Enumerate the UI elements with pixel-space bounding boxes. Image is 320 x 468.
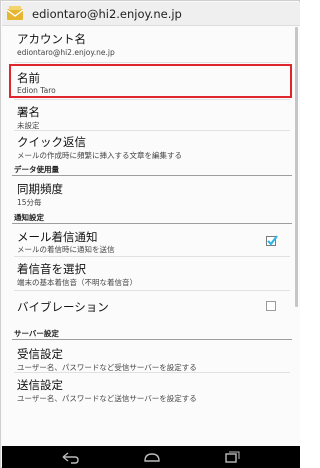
section-header-server: サーバー設定 [14, 329, 59, 338]
section-divider [12, 175, 292, 176]
action-bar-title: ediontaro@hi2.enjoy.ne.jp [32, 7, 182, 21]
device-frame: ediontaro@hi2.enjoy.ne.jp アカウント名 edionta… [0, 0, 300, 468]
section-header-data-usage: データ使用量 [14, 165, 59, 174]
setting-account-name[interactable]: アカウント名 ediontaro@hi2.enjoy.ne.jp [2, 26, 300, 62]
action-bar: ediontaro@hi2.enjoy.ne.jp [2, 2, 300, 26]
back-icon[interactable] [60, 450, 80, 464]
setting-title: メール着信通知 [17, 230, 98, 244]
section-divider [12, 339, 292, 340]
setting-quick-reply[interactable]: クイック返信 メールの作成時に頻繁に挿入する文章を編集する [2, 130, 300, 162]
recents-icon[interactable] [222, 450, 242, 464]
setting-summary: メールの着信時に通知を送信 [17, 245, 115, 254]
setting-summary: ユーザー名、パスワードなど送信サーバーを設定する [17, 394, 197, 403]
setting-ringtone[interactable]: 着信音を選択 端末の基本着信音（不明な着信音） [2, 257, 300, 287]
setting-summary: ediontaro@hi2.enjoy.ne.jp [17, 48, 115, 57]
setting-summary: 端末の基本着信音（不明な着信音） [17, 278, 137, 287]
setting-title: 着信音を選択 [17, 262, 86, 276]
highlight-box [9, 64, 292, 98]
setting-mail-notification[interactable]: メール着信通知 メールの着信時に通知を送信 [2, 226, 300, 256]
setting-title: 送信設定 [17, 378, 63, 392]
home-icon[interactable] [142, 450, 162, 464]
mail-app-icon[interactable] [6, 5, 24, 23]
setting-title: バイブレーション [17, 300, 109, 314]
navigation-bar [2, 446, 300, 468]
setting-signature[interactable]: 署名 未設定 [2, 100, 300, 132]
setting-summary: メールの作成時に頻繁に挿入する文章を編集する [17, 151, 182, 160]
setting-summary: 15分毎 [17, 198, 42, 207]
divider [14, 62, 290, 63]
section-header-notifications: 通知設定 [14, 213, 44, 222]
setting-title: 同期頻度 [17, 182, 63, 196]
setting-title: 署名 [17, 105, 40, 119]
setting-incoming-server[interactable]: 受信設定 ユーザー名、パスワードなど受信サーバーを設定する [2, 342, 300, 372]
setting-vibration[interactable]: バイブレーション [2, 292, 300, 316]
setting-title: クイック返信 [17, 135, 86, 149]
mail-notification-checkbox[interactable] [266, 235, 278, 246]
setting-outgoing-server[interactable]: 送信設定 ユーザー名、パスワードなど送信サーバーを設定する [2, 373, 300, 403]
setting-sync-frequency[interactable]: 同期頻度 15分毎 [2, 177, 300, 209]
setting-title: アカウント名 [17, 32, 86, 46]
section-divider [12, 223, 292, 224]
vibration-checkbox[interactable] [266, 301, 276, 311]
setting-title: 受信設定 [17, 347, 63, 361]
settings-list: アカウント名 ediontaro@hi2.enjoy.ne.jp 名前 Edio… [2, 26, 300, 446]
divider [14, 290, 290, 291]
